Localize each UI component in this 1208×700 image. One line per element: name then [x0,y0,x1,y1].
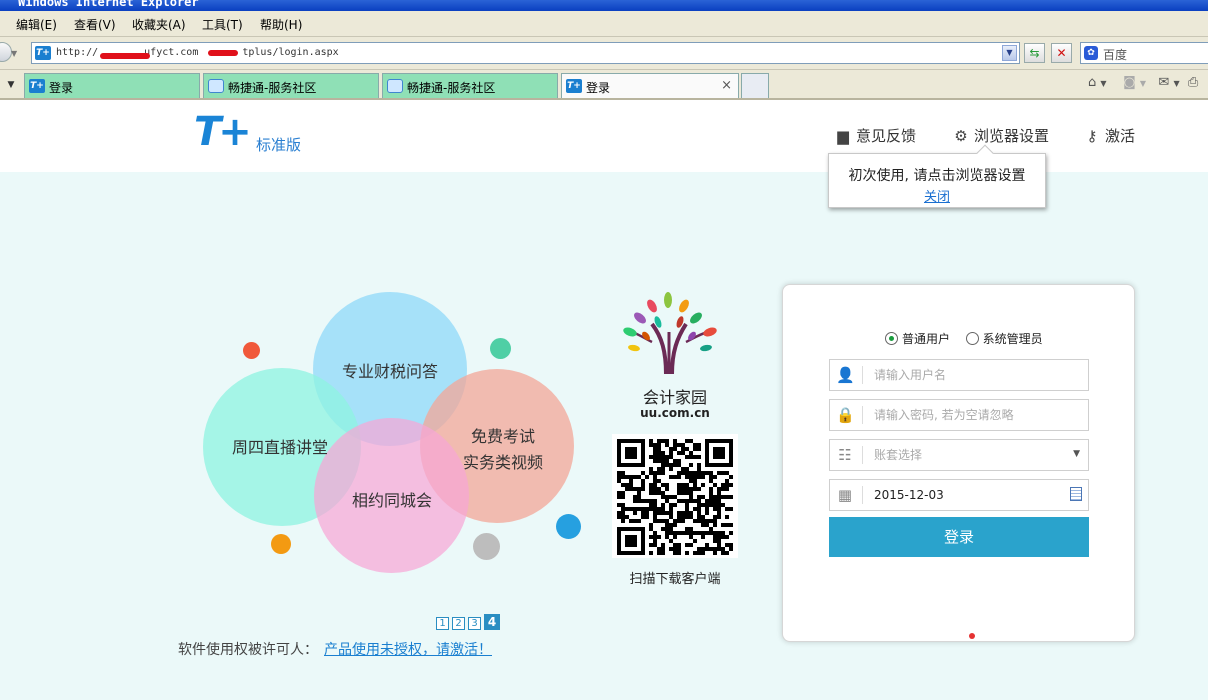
decor-dot [556,514,581,539]
user-icon: 👤 [836,366,855,384]
mail-dropdown-icon[interactable]: ▼ [1173,79,1179,88]
password-field[interactable]: 🔒 [829,399,1089,431]
tooltip-message: 初次使用, 请点击浏览器设置 [848,168,1026,184]
decor-dot [271,534,291,554]
bubble-video-label: 实务类视频 [462,453,543,472]
close-tab-icon[interactable]: × [721,78,732,93]
lock-icon: 🔒 [836,406,855,424]
search-engine-label: 百度 [1103,48,1128,62]
login-button[interactable]: 登录 [829,517,1089,557]
menu-bar: 编辑(E) 查看(V) 收藏夹(A) 工具(T) 帮助(H) [0,11,1208,37]
baidu-icon: ✿ [1084,46,1098,60]
account-select-input[interactable] [874,446,1074,464]
menu-tools[interactable]: 工具(T) [202,16,243,33]
stop-icon[interactable]: ✕ [1051,43,1072,63]
redaction-mark [208,50,238,56]
date-field[interactable]: ▦ [829,479,1089,511]
command-bar: ⌂ ▼ ◙ ▼ ✉ ▼ ⎙ [1088,75,1198,90]
tab-login-active[interactable]: T+ 登录 × [561,73,739,98]
calendar-icon[interactable] [1070,487,1082,501]
download-qr-code [612,434,738,558]
license-label: 软件使用权被许可人： [178,642,318,658]
activate-link[interactable]: ⚷ 激活 [1083,125,1136,146]
username-input[interactable] [874,366,1074,384]
new-tab-button[interactable] [741,73,769,98]
search-box[interactable]: ✿ 百度 [1080,42,1208,64]
tooltip-close-link[interactable]: 关闭 [829,186,1045,205]
address-field[interactable]: T+ http://ufyct.com tplus/login.aspx ▼ [31,42,1020,64]
license-line: 软件使用权被许可人： 产品使用未授权，请激活！ [178,639,492,659]
menu-edit[interactable]: 编辑(E) [16,16,57,33]
gear-icon: ⚙ [954,127,968,145]
address-url: http://ufyct.com tplus/login.aspx [56,47,339,58]
account-select[interactable]: ☷ ▼ [829,439,1089,471]
browser-settings-link[interactable]: ⚙ 浏览器设置 [952,125,1049,146]
tplus-icon: T+ [566,79,582,93]
key-icon: ⚷ [1086,127,1098,145]
password-input[interactable] [874,406,1074,424]
grid-calendar-icon: ▦ [837,486,853,504]
pager-page-3[interactable]: 3 [468,617,481,630]
indicator-dot [969,633,975,639]
role-selector: 普通用户 系统管理员 [885,330,1043,347]
home-dropdown-icon[interactable]: ▼ [1100,79,1106,88]
accounting-home-tree-logo [623,292,717,375]
activate-product-link[interactable]: 产品使用未授权，请激活！ [324,642,492,658]
pager-page-1[interactable]: 1 [436,617,449,630]
login-page: T+ 标准版 ▆ 意见反馈 ⚙ 浏览器设置 ⚷ 激活 初次使用, 请点击浏览器设置 关… [0,102,1208,700]
sponsor-url: uu.com.cn [640,406,710,420]
feeds-icon[interactable]: ◙ [1123,75,1136,90]
settings-tooltip: 初次使用, 请点击浏览器设置 关闭 [828,144,1046,208]
history-dropdown-icon[interactable]: ▼ [11,49,17,58]
tplus-icon: T+ [29,79,45,93]
community-icon [208,79,224,93]
login-card: 普通用户 系统管理员 👤 🔒 ☷ ▼ ▦ 登录 [782,284,1135,642]
username-field[interactable]: 👤 [829,359,1089,391]
date-input[interactable] [874,486,1074,504]
tab-list-icon[interactable]: ▼ [0,74,22,96]
bubble-thursday-label: 周四直播讲堂 [231,438,328,457]
feeds-dropdown-icon[interactable]: ▼ [1140,79,1146,88]
print-icon[interactable]: ⎙ [1188,75,1198,90]
community-icon [387,79,403,93]
feedback-link[interactable]: ▆ 意见反馈 [834,125,916,146]
decor-dot [243,342,260,359]
bubble-meetup-label: 相约同城会 [351,491,432,510]
sponsor-name: 会计家园 [642,388,707,407]
radio-normal-user[interactable] [885,332,898,345]
address-bar-row: ▼ T+ http://ufyct.com tplus/login.aspx ▼ … [0,37,1208,70]
bubble-tax-qa-label: 专业财税问答 [341,362,438,381]
pager-page-4[interactable]: 4 [484,614,500,630]
refresh-icon[interactable]: ⇆ [1024,43,1045,63]
tab-bar: ▼ T+ 登录 畅捷通-服务社区 畅捷通-服务社区 T+ 登录 × ⌂ ▼ ◙ … [0,70,1208,100]
redaction-mark [100,53,150,59]
menu-view[interactable]: 查看(V) [74,16,116,33]
home-icon[interactable]: ⌂ [1088,75,1096,90]
role-normal-user[interactable]: 普通用户 [885,332,950,346]
tab-community-1[interactable]: 畅捷通-服务社区 [203,73,379,98]
pager-page-2[interactable]: 2 [452,617,465,630]
window-title: Windows Internet Explorer [18,0,199,9]
bubble-exam-label: 免费考试 [470,427,535,446]
role-sys-admin[interactable]: 系统管理员 [965,332,1043,346]
window-titlebar: Windows Internet Explorer [0,0,1208,11]
edition-label: 标准版 [256,136,302,154]
radio-sys-admin[interactable] [965,332,979,345]
address-dropdown-icon[interactable]: ▼ [1002,45,1017,61]
menu-favorites[interactable]: 收藏夹(A) [132,16,186,33]
mail-icon[interactable]: ✉ [1158,75,1169,90]
decor-dot [473,533,500,560]
site-favicon-icon: T+ [35,46,51,60]
menu-help[interactable]: 帮助(H) [260,16,302,33]
decor-dot [490,338,511,359]
tab-community-2[interactable]: 畅捷通-服务社区 [382,73,558,98]
tplus-logo[interactable]: T+ [194,112,252,152]
list-icon: ☷ [838,446,852,464]
chat-icon: ▆ [837,127,849,145]
chevron-down-icon[interactable]: ▼ [1073,449,1080,459]
qr-caption: 扫描下载客户端 [629,572,721,587]
carousel-pager: 1234 [436,614,503,630]
tab-login-1[interactable]: T+ 登录 [24,73,200,98]
